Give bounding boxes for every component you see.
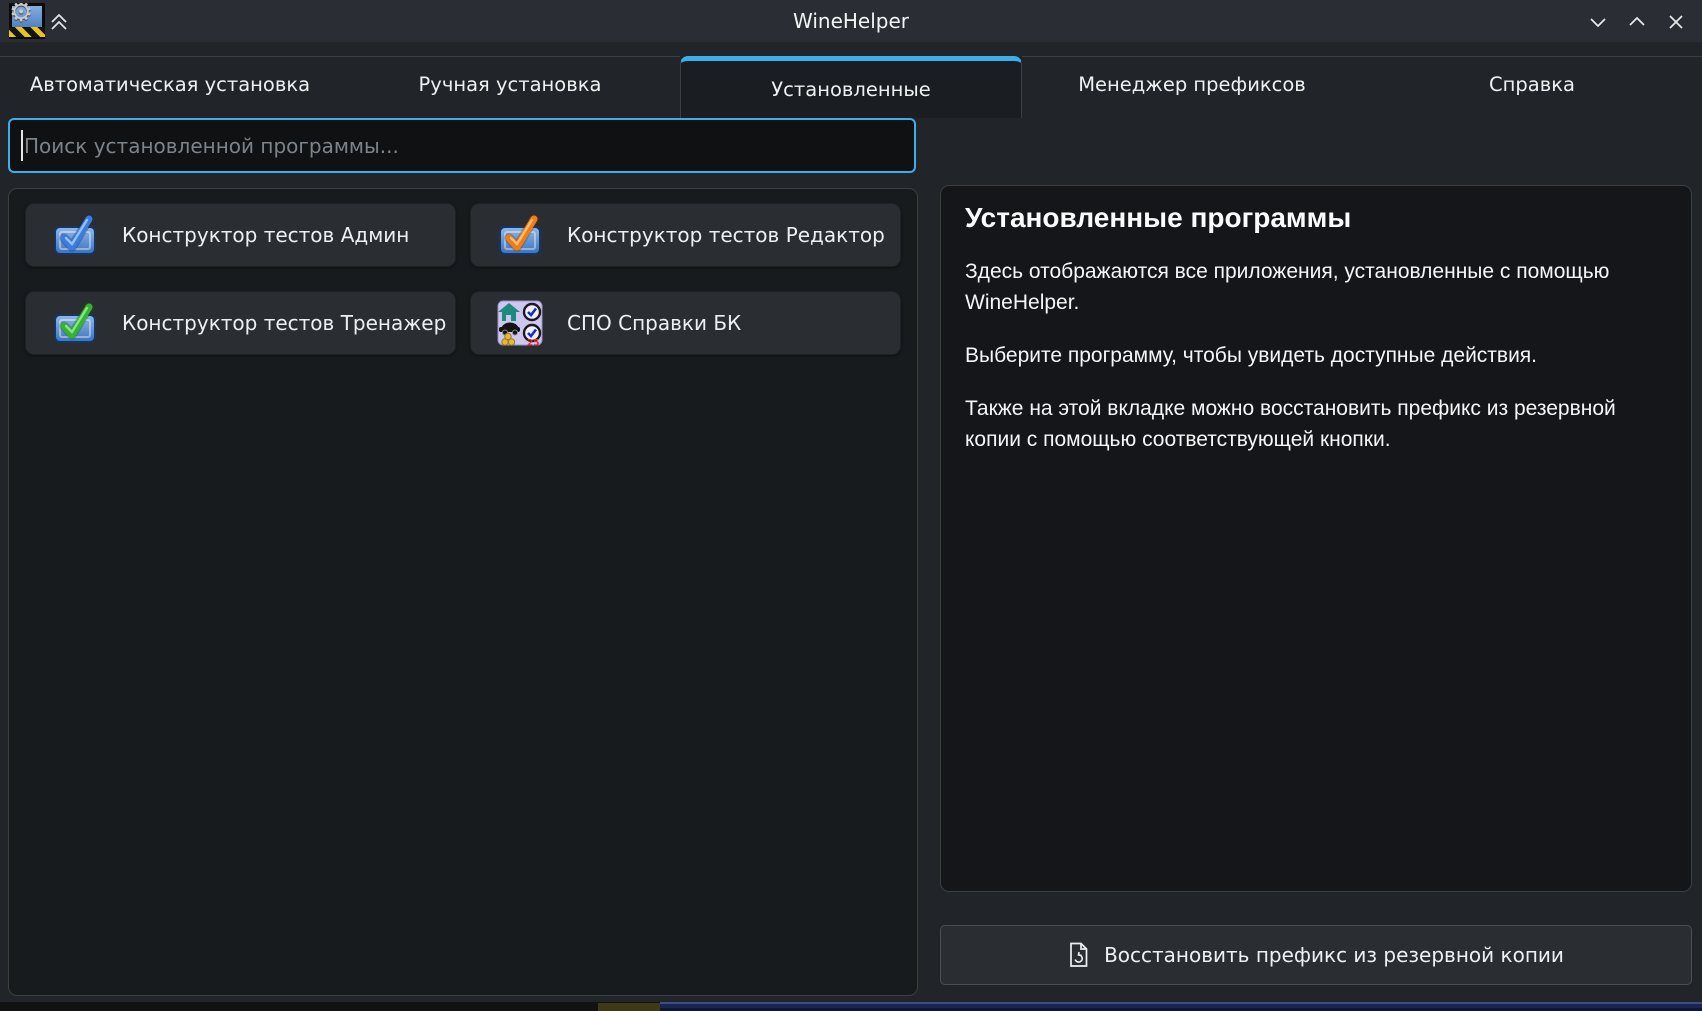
program-item-trainer[interactable]: Конструктор тестов Тренажер [25, 291, 456, 355]
minimize-button[interactable] [1584, 8, 1612, 36]
search-input[interactable] [8, 118, 916, 173]
installed-programs-panel: Конструктор тестов Админ [8, 188, 918, 996]
green-check-board-icon [52, 300, 98, 346]
tab-installed[interactable]: Установленные [680, 56, 1022, 118]
tab-help[interactable]: Справка [1362, 56, 1702, 112]
blue-check-board-icon [52, 212, 98, 258]
program-name: Конструктор тестов Админ [122, 223, 409, 247]
spo-spravki-bk-icon: 25 [497, 300, 543, 346]
program-name: Конструктор тестов Редактор [567, 223, 885, 247]
program-name: Конструктор тестов Тренажер [122, 311, 446, 335]
info-paragraph: Здесь отображаются все приложения, устан… [965, 256, 1667, 318]
tab-manual-install[interactable]: Ручная установка [340, 56, 680, 112]
program-item-admin[interactable]: Конструктор тестов Админ [25, 203, 456, 267]
screen: ⚙ WineHelper [0, 0, 1702, 1011]
maximize-button[interactable] [1623, 8, 1651, 36]
tab-auto-install[interactable]: Автоматическая установка [0, 56, 340, 112]
program-item-editor[interactable]: Конструктор тестов Редактор [470, 203, 901, 267]
window-title: WineHelper [0, 0, 1702, 42]
titlebar: ⚙ WineHelper [0, 0, 1702, 42]
program-name: СПО Справки БК [567, 311, 741, 335]
text-caret [21, 130, 23, 161]
restore-prefix-label: Восстановить префикс из резервной копии [1104, 943, 1564, 967]
orange-check-board-icon [497, 212, 543, 258]
tabbar: Автоматическая установка Ручная установк… [0, 56, 1702, 112]
winehelper-window: ⚙ WineHelper [0, 0, 1702, 1002]
chevron-up-icon [1625, 10, 1649, 34]
chevron-down-icon [1586, 10, 1610, 34]
info-paragraph: Также на этой вкладке можно восстановить… [965, 393, 1667, 455]
svg-text:25: 25 [527, 339, 540, 347]
info-panel-title: Установленные программы [965, 202, 1667, 234]
desktop-strip-detail [598, 1003, 660, 1011]
program-grid: Конструктор тестов Админ [25, 203, 901, 355]
close-icon [1664, 10, 1688, 34]
desktop-strip-taskbar [660, 1002, 1702, 1011]
restore-prefix-button[interactable]: Восстановить префикс из резервной копии [940, 925, 1692, 985]
document-restore-icon [1068, 942, 1089, 968]
info-paragraph: Выберите программу, чтобы увидеть доступ… [965, 340, 1667, 371]
close-button[interactable] [1662, 8, 1690, 36]
info-panel: Установленные программы Здесь отображают… [940, 185, 1692, 892]
program-item-spo-spravki[interactable]: 25 СПО Справки БК [470, 291, 901, 355]
tab-prefix-manager[interactable]: Менеджер префиксов [1022, 56, 1362, 112]
